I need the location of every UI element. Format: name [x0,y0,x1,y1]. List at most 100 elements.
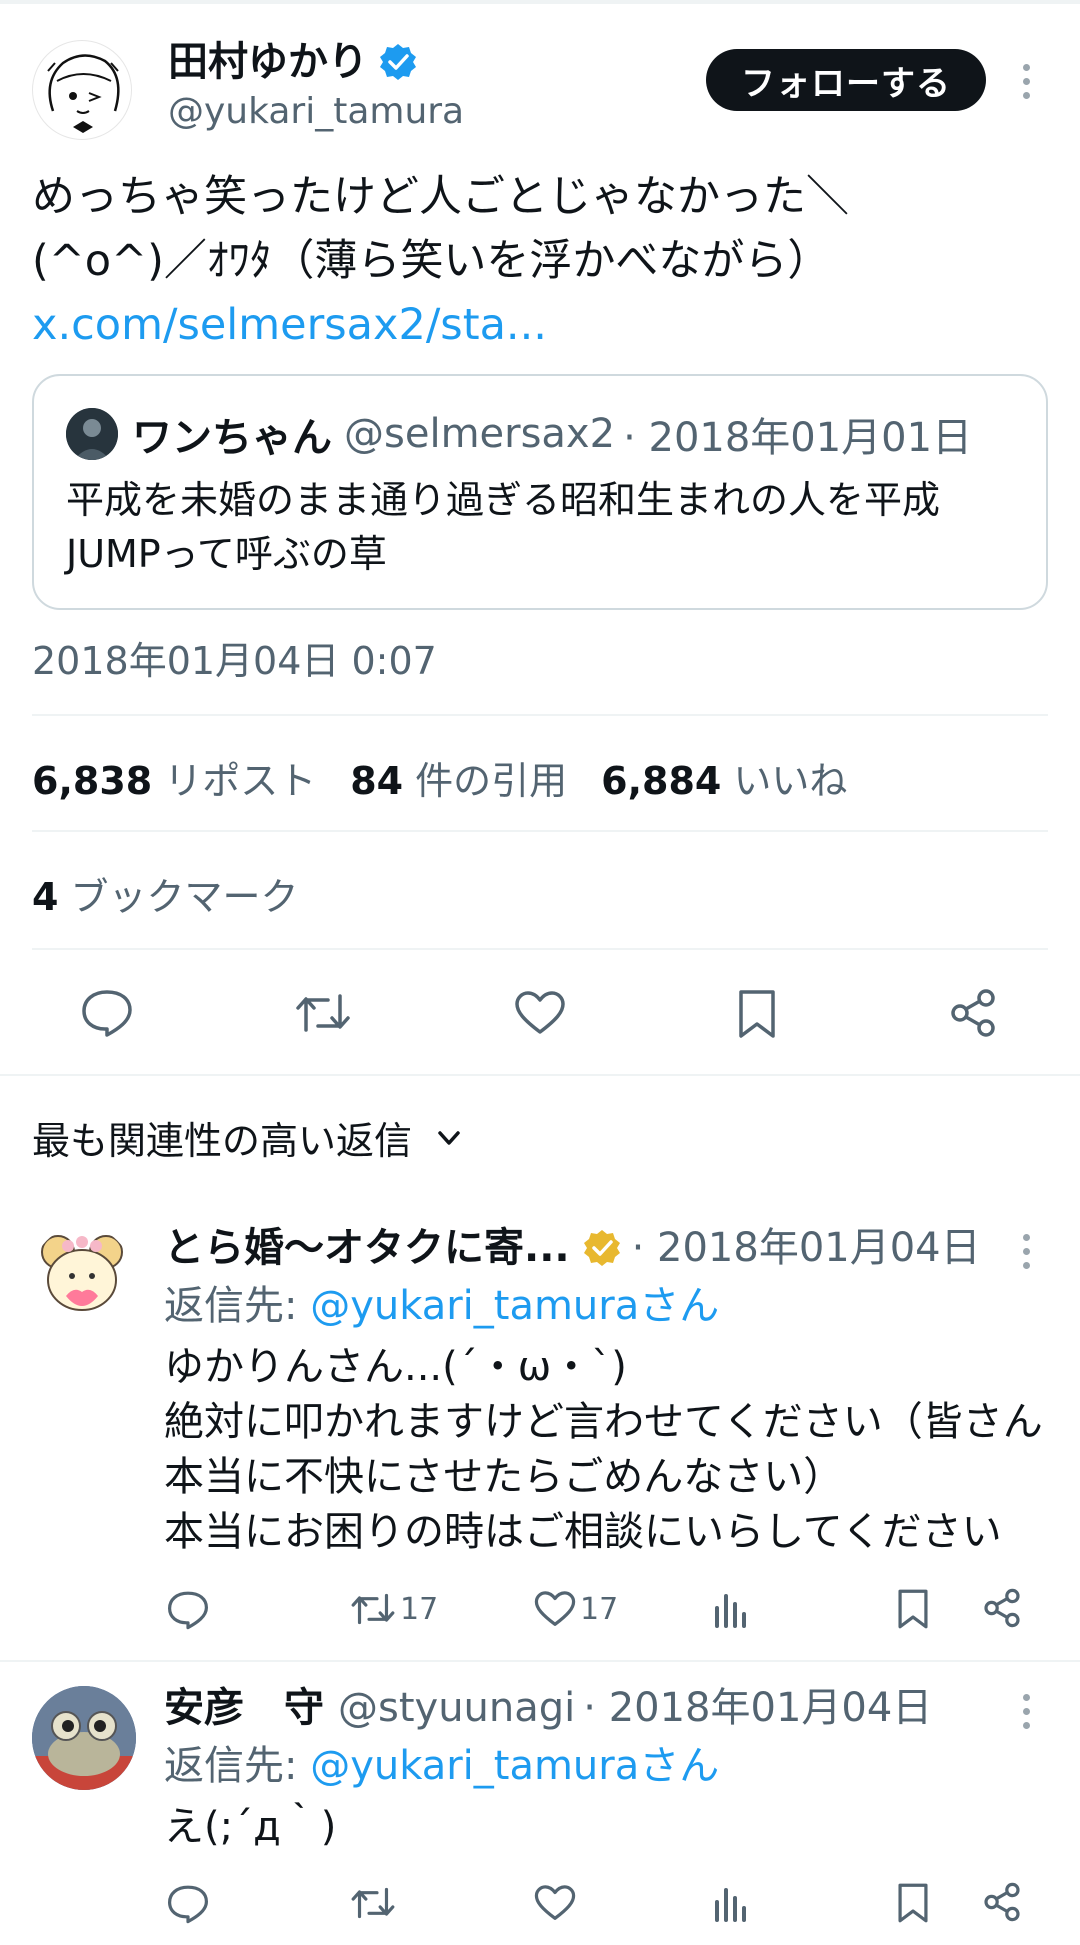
replies-sort-label: 最も関連性の高い返信 [32,1119,413,1163]
reply-like-count: 17 [580,1591,619,1627]
reply-share-button[interactable] [982,1588,1022,1628]
analytics-icon [715,1888,746,1922]
bookmarks-stat[interactable]: 4 ブックマーク [32,866,298,921]
heart-icon [534,1885,576,1920]
reply-author-avatar[interactable] [32,1226,132,1326]
reply-header: 安彦 守 @styuunagi · 2018年01月04日 [164,1680,932,1736]
frog-toy-avatar-icon [32,1686,136,1790]
quoted-tweet-date: · 2018年01月01日 [623,415,973,461]
quoted-tweet-header: ワンちゃん @selmersax2 · 2018年01月01日 [66,404,972,464]
engagement-stats: 6,838 リポスト 84 件の引用 6,884 いいね [32,750,847,805]
quoted-author-handle: @selmersax2 [344,411,616,457]
divider [0,1074,1080,1076]
quoted-tweet-card[interactable]: ワンちゃん @selmersax2 · 2018年01月01日 平成を未婚のまま… [32,374,1048,610]
mascot-avatar-icon [41,1235,123,1311]
quoted-text-line: JUMPって呼ぶの草 [66,532,387,576]
reply-retweet-count: 17 [400,1591,439,1627]
reply-icon [168,1591,208,1630]
retweet-icon [296,994,350,1032]
reply-date[interactable]: · 2018年01月04日 [583,1680,932,1736]
reply-to-line: 返信先: @yukari_tamuraさん [164,1738,719,1794]
reply-author-handle[interactable]: @styuunagi [338,1680,575,1736]
reply-to-handle[interactable]: @yukari_tamuraさん [310,1743,719,1789]
author-avatar[interactable] [32,40,132,140]
retweet-icon [351,1593,395,1625]
chevron-down-icon [438,1130,460,1145]
retweet-icon [351,1887,395,1919]
reply-to-prefix: 返信先: [164,1283,311,1329]
reply-author-name[interactable]: とら婚〜オタクに寄... [164,1220,570,1276]
reply-views-button[interactable] [712,1588,750,1628]
reply-share-button[interactable] [982,1882,1022,1922]
verified-badge-gold-icon [583,1230,620,1266]
reply-author-avatar[interactable] [32,1686,136,1790]
reply-text-line: ゆかりんさん...(´・ω・`) [164,1344,627,1390]
analytics-icon [715,1594,746,1628]
verified-badge-icon [378,42,418,82]
tweet-link[interactable]: x.com/selmersax2/sta... [32,293,1042,357]
manga-avatar-icon [47,54,120,133]
quoted-text-line: 平成を未婚のまま通り過ぎる昭和生まれの人を平成 [66,478,941,522]
author-name[interactable]: 田村ゆかり [168,34,368,90]
reply-date[interactable]: · 2018年01月04日 [632,1220,981,1276]
divider [0,1660,1080,1662]
reply-reply-button[interactable] [166,1590,210,1630]
reply-to-handle[interactable]: @yukari_tamuraさん [310,1283,719,1329]
reply-views-button[interactable] [712,1882,750,1922]
tweet-text-line: めっちゃ笑ったけど人ごとじゃなかった＼ [32,172,849,222]
tweet-text: めっちゃ笑ったけど人ごとじゃなかった＼ (^o^)／ｵﾜﾀ（薄ら笑いを浮かべなが… [32,165,1042,357]
share-icon [984,1882,1020,1922]
quotes-label: 件の引用 [415,759,568,803]
reply-bookmark-button[interactable] [896,1588,930,1630]
replies-sort-dropdown[interactable]: 最も関連性の高い返信 [32,1110,466,1165]
quoted-author-avatar [66,408,118,460]
divider [32,714,1048,716]
likes-count: 6,884 [601,759,722,803]
likes-stat[interactable]: 6,884 いいね [601,750,847,805]
reply-text-line: 本当に不快にさせたらごめんなさい） [164,1454,844,1500]
divider [32,830,1048,832]
reply-author-name[interactable]: 安彦 守 [164,1680,324,1736]
reply-retweet-button[interactable]: 17 [350,1590,438,1628]
bookmark-icon [898,1883,928,1923]
more-options-icon[interactable] [1020,64,1032,99]
reply-icon [82,990,132,1037]
tweet-text-line: (^o^)／ｵﾜﾀ（薄ら笑いを浮かべながら） [32,236,831,286]
reply-retweet-button[interactable] [350,1884,396,1922]
reply-to-prefix: 返信先: [164,1743,311,1789]
likes-label: いいね [733,759,848,803]
reply-to-line: 返信先: @yukari_tamuraさん [164,1278,719,1334]
reply-button[interactable] [80,988,134,1038]
reply-header: とら婚〜オタクに寄... · 2018年01月04日 [164,1220,981,1276]
like-button[interactable] [514,990,566,1036]
author-handle[interactable]: @yukari_tamura [168,88,464,136]
reply-text-line: え(;´д｀) [164,1804,337,1850]
divider [32,948,1048,950]
quoted-author-name: ワンちゃん [132,415,332,461]
more-options-icon[interactable] [1020,1234,1032,1269]
quoted-tweet-text: 平成を未婚のまま通り過ぎる昭和生まれの人を平成 JUMPって呼ぶの草 [66,473,1026,581]
heart-icon [534,1591,576,1626]
quotes-count: 84 [350,759,404,803]
reply-like-button[interactable]: 17 [534,1590,618,1628]
quotes-stat[interactable]: 84 件の引用 [350,750,567,805]
reply-reply-button[interactable] [166,1884,210,1924]
bookmark-icon [898,1589,928,1629]
bookmarks-count: 4 [32,875,59,919]
reply-like-button[interactable] [534,1884,576,1922]
reposts-stat[interactable]: 6,838 リポスト [32,750,316,805]
reply-bookmark-button[interactable] [896,1882,930,1924]
share-button[interactable] [948,988,998,1038]
more-options-icon[interactable] [1020,1694,1032,1729]
reply-icon [168,1885,208,1924]
heart-icon [515,991,565,1034]
tweet-timestamp[interactable]: 2018年01月04日 0:07 [32,636,437,686]
retweet-button[interactable] [294,990,352,1036]
reposts-count: 6,838 [32,759,153,803]
top-divider [0,0,1080,4]
bookmark-icon [739,990,775,1038]
follow-button[interactable]: フォローする [706,49,986,111]
bookmark-button[interactable] [736,988,778,1040]
reposts-label: リポスト [164,759,317,803]
reply-text-line: 絶対に叩かれますけど言わせてください（皆さん [164,1399,1043,1445]
